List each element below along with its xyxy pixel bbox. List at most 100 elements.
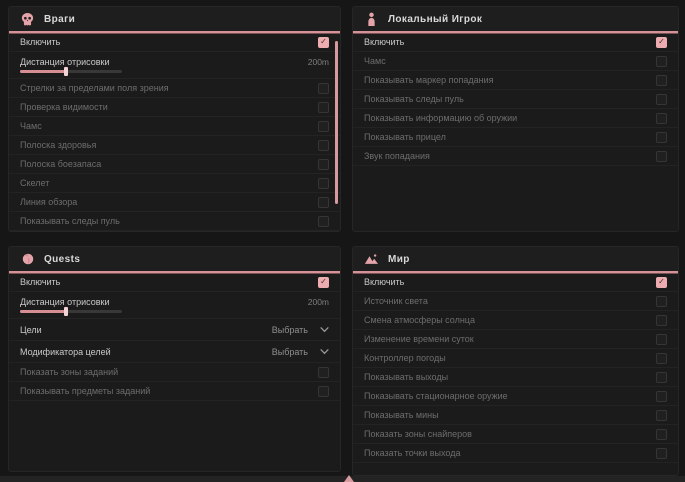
panel-world-header: Мир (353, 247, 678, 273)
setting-label: Модификатора целей (20, 347, 111, 357)
row-visibility-check[interactable]: Проверка видимости (9, 98, 340, 117)
checkbox-checked[interactable]: ✓ (318, 277, 329, 288)
panel-title: Локальный Игрок (388, 14, 482, 25)
checkbox-crosshair[interactable] (656, 132, 667, 143)
row-draw-distance[interactable]: Дистанция отрисовки 200m (9, 292, 340, 319)
setting-label: Показывать маркер попадания (364, 75, 494, 85)
setting-label: Показывать следы пуль (20, 216, 120, 226)
checkbox-hit-marker[interactable] (656, 75, 667, 86)
checkbox-light-source[interactable] (656, 296, 667, 307)
row-hit-sound[interactable]: Звук попадания (353, 147, 678, 166)
panel-quests-body: Включить ✓ Дистанция отрисовки 200m Цели Выбр… (9, 273, 340, 401)
panel-title: Мир (388, 254, 410, 265)
row-chams[interactable]: Чамс (9, 117, 340, 136)
checkbox-checked[interactable]: ✓ (656, 37, 667, 48)
dropdown-value: Выбрать (272, 347, 308, 357)
checkbox-mines[interactable] (656, 410, 667, 421)
row-quest-items[interactable]: Показывать предметы заданий (9, 382, 340, 401)
person-icon (364, 12, 379, 27)
checkbox-quest-items[interactable] (318, 386, 329, 397)
checkbox-checked[interactable]: ✓ (656, 277, 667, 288)
checkbox-quest-zones[interactable] (318, 367, 329, 378)
row-enable[interactable]: Включить✓ (353, 273, 678, 292)
slider-fill (20, 70, 66, 73)
panel-title: Quests (44, 254, 80, 265)
checkbox-sun-atmosphere[interactable] (656, 315, 667, 326)
dropdown-value: Выбрать (272, 325, 308, 335)
checkbox-ammo-bar[interactable] (318, 159, 329, 170)
checkbox-bullet-traces[interactable] (656, 94, 667, 105)
setting-label: Включить (20, 277, 60, 287)
setting-label: Показывать стационарное оружие (364, 391, 508, 401)
checkbox-weapon-info[interactable] (656, 113, 667, 124)
dropdown-objective-modifiers[interactable]: Выбрать (272, 347, 329, 357)
row-sniper-zones[interactable]: Показать зоны снайперов (353, 425, 678, 444)
checkbox-weather-controller[interactable] (656, 353, 667, 364)
row-quest-zones[interactable]: Показать зоны заданий (9, 363, 340, 382)
setting-label: Линия обзора (20, 197, 77, 207)
scrollbar[interactable] (335, 41, 338, 204)
row-mines[interactable]: Показывать мины (353, 406, 678, 425)
checkbox-checked[interactable]: ✓ (318, 37, 329, 48)
row-crosshair[interactable]: Показывать прицел (353, 128, 678, 147)
setting-label: Чамс (20, 121, 42, 131)
slider-track[interactable] (20, 310, 122, 313)
row-line-of-sight[interactable]: Линия обзора (9, 193, 340, 212)
setting-label: Контроллер погоды (364, 353, 446, 363)
row-objectives[interactable]: Цели Выбрать (9, 319, 340, 341)
row-sun-atmosphere[interactable]: Смена атмосферы солнца (353, 311, 678, 330)
row-enable[interactable]: Включить✓ (353, 33, 678, 52)
row-hit-marker[interactable]: Показывать маркер попадания (353, 71, 678, 90)
row-ammo-bar[interactable]: Полоска боезапаса (9, 155, 340, 174)
slider-value: 200m (308, 57, 329, 67)
panel-world: Мир Включить✓Источник света Смена атмосфе… (352, 246, 679, 476)
row-stationary-weapons[interactable]: Показывать стационарное оружие (353, 387, 678, 406)
panel-local-player-header: Локальный Игрок (353, 7, 678, 33)
setting-label: Показывать выходы (364, 372, 448, 382)
row-exit-points[interactable]: Показать точки выхода (353, 444, 678, 463)
checkbox-health-bar[interactable] (318, 140, 329, 151)
slider-value: 200m (308, 297, 329, 307)
row-enable[interactable]: Включить ✓ (9, 273, 340, 292)
setting-label: Дистанция отрисовки (20, 297, 110, 307)
row-offscreen-arrows[interactable]: Стрелки за пределами поля зрения (9, 79, 340, 98)
resize-handle-icon[interactable] (344, 475, 354, 482)
row-bullet-traces[interactable]: Показывать следы пуль (9, 212, 340, 231)
slider-track[interactable] (20, 70, 122, 73)
checkbox-sniper-zones[interactable] (656, 429, 667, 440)
setting-label: Цели (20, 325, 42, 335)
row-exits[interactable]: Показывать выходы (353, 368, 678, 387)
dropdown-objectives[interactable]: Выбрать (272, 325, 329, 335)
row-bullet-traces[interactable]: Показывать следы пуль (353, 90, 678, 109)
row-chams[interactable]: Чамс (353, 52, 678, 71)
checkbox-visibility-check[interactable] (318, 102, 329, 113)
checkbox-hit-sound[interactable] (656, 151, 667, 162)
row-draw-distance[interactable]: Дистанция отрисовки200m (9, 52, 340, 79)
checkbox-chams[interactable] (318, 121, 329, 132)
checkbox-time-change[interactable] (656, 334, 667, 345)
checkbox-chams[interactable] (656, 56, 667, 67)
bottom-edge-strip (0, 476, 685, 482)
checkbox-skeleton[interactable] (318, 178, 329, 189)
row-health-bar[interactable]: Полоска здоровья (9, 136, 340, 155)
row-skeleton[interactable]: Скелет (9, 174, 340, 193)
row-light-source[interactable]: Источник света (353, 292, 678, 311)
checkbox-bullet-traces[interactable] (318, 216, 329, 227)
row-objective-modifiers[interactable]: Модификатора целей Выбрать (9, 341, 340, 363)
slider-thumb[interactable] (64, 307, 68, 316)
row-weapon-info[interactable]: Показывать информацию об оружии (353, 109, 678, 128)
row-weather-controller[interactable]: Контроллер погоды (353, 349, 678, 368)
checkbox-offscreen-arrows[interactable] (318, 83, 329, 94)
slider-line: Дистанция отрисовки200m (20, 57, 329, 67)
row-enable[interactable]: Включить✓ (9, 33, 340, 52)
setting-label: Полоска здоровья (20, 140, 96, 150)
checkbox-exits[interactable] (656, 372, 667, 383)
setting-label: Показать зоны снайперов (364, 429, 472, 439)
setting-label: Показывать информацию об оружии (364, 113, 517, 123)
checkbox-stationary-weapons[interactable] (656, 391, 667, 402)
setting-label: Смена атмосферы солнца (364, 315, 475, 325)
slider-thumb[interactable] (64, 67, 68, 76)
checkbox-exit-points[interactable] (656, 448, 667, 459)
row-time-change[interactable]: Изменение времени суток (353, 330, 678, 349)
checkbox-line-of-sight[interactable] (318, 197, 329, 208)
